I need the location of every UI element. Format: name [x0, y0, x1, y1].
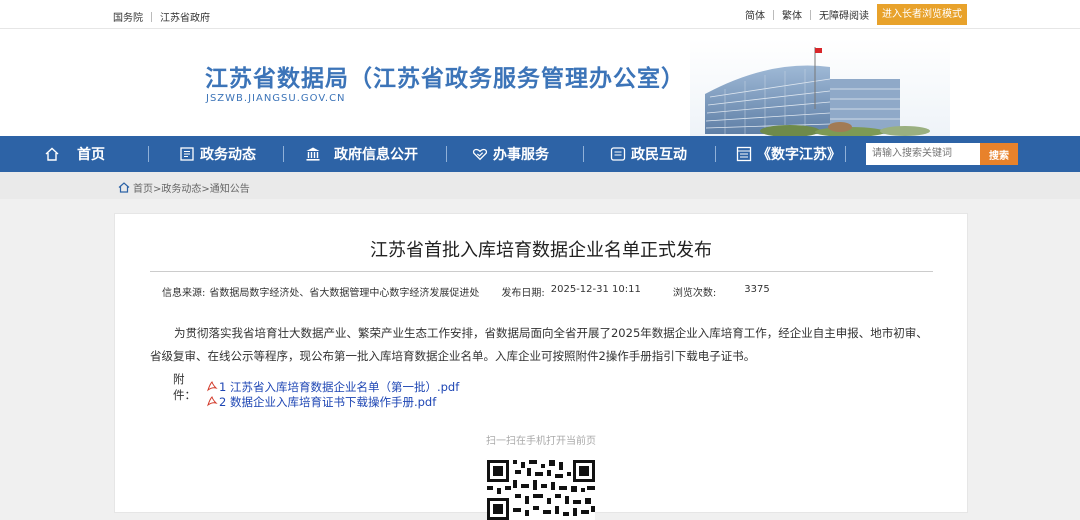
service-hand-icon: [472, 146, 488, 162]
source-value: 省数据局数字经济处、省大数据管理中心数字经济发展促进处: [209, 288, 480, 299]
nav-label: 办事服务: [493, 147, 549, 163]
breadcrumb: 首页>政务动态>通知公告: [118, 180, 250, 195]
article-body: 为贯彻落实我省培育壮大数据产业、繁荣产业生态工作安排，省数据局面向全省开展了20…: [150, 326, 928, 363]
site-title[interactable]: 江苏省数据局（江苏省政务服务管理办公室）: [205, 59, 685, 93]
nav-services[interactable]: 办事服务: [472, 136, 549, 172]
scan-hint: 扫一扫在手机打开当前页: [486, 436, 596, 447]
source-label: 信息来源:: [162, 288, 206, 299]
nav-divider: [283, 146, 284, 162]
pdf-icon: [206, 395, 219, 410]
document-icon: [179, 146, 195, 162]
article-meta: 信息来源: 省数据局数字经济处、省大数据管理中心数字经济发展促进处 发布日期: …: [162, 284, 770, 299]
link-simplified[interactable]: 简体: [745, 7, 765, 22]
views-value: 3375: [744, 284, 770, 295]
top-bar: 国务院 江苏省政府 简体 繁体 无障碍阅读 进入长者浏览模式: [0, 0, 1080, 29]
nav-divider: [583, 146, 584, 162]
link-jiangsu-gov[interactable]: 江苏省政府: [160, 9, 210, 24]
top-links-left: 国务院 江苏省政府: [113, 9, 210, 24]
date-label: 发布日期:: [501, 288, 545, 299]
link-accessible-reading[interactable]: 无障碍阅读: [819, 7, 869, 22]
divider: [810, 9, 811, 20]
divider: [151, 11, 152, 22]
nav-divider: [148, 146, 149, 162]
link-traditional[interactable]: 繁体: [782, 7, 802, 22]
qr-code: [487, 460, 595, 520]
nav-label: 政府信息公开: [334, 147, 418, 163]
article-title: 江苏省首批入库培育数据企业名单正式发布: [370, 240, 712, 261]
nav-interaction[interactable]: 政民互动: [610, 136, 687, 172]
nav-digital-jiangsu[interactable]: 《数字江苏》: [736, 136, 841, 172]
site-domain: JSZWB.JIANGSU.GOV.CN: [206, 93, 346, 104]
main-nav: 首页 政务动态 政府信息公开 办事服务 政民互动 《数字江苏》 搜索: [0, 136, 1080, 172]
breadcrumb-bar: 首页>政务动态>通知公告: [0, 172, 1080, 199]
elder-mode-button[interactable]: 进入长者浏览模式: [877, 4, 967, 25]
nav-home[interactable]: 首页: [44, 136, 105, 172]
article-container: 江苏省首批入库培育数据企业名单正式发布 信息来源: 省数据局数字经济处、省大数据…: [114, 213, 968, 520]
title-divider: [150, 271, 933, 272]
pdf-icon: [206, 380, 219, 395]
home-icon: [44, 146, 60, 162]
link-state-council[interactable]: 国务院: [113, 9, 143, 24]
nav-label: 首页: [77, 147, 105, 163]
search-input[interactable]: [866, 143, 980, 165]
attachment-link-2[interactable]: 2 数据企业入库培育证书下载操作手册.pdf: [219, 394, 436, 410]
top-links-right: 简体 繁体 无障碍阅读 进入长者浏览模式: [745, 4, 967, 25]
breadcrumb-text[interactable]: 首页>政务动态>通知公告: [133, 180, 250, 195]
site-banner: 江苏省数据局（江苏省政务服务管理办公室） JSZWB.JIANGSU.GOV.C…: [0, 29, 1080, 136]
chat-box-icon: [610, 146, 626, 162]
home-icon[interactable]: [118, 182, 130, 193]
building-photo: [690, 39, 950, 136]
nav-label: 《数字江苏》: [757, 147, 841, 163]
divider: [773, 9, 774, 20]
date-value: 2025-12-31 10:11: [550, 284, 641, 295]
list-document-icon: [736, 146, 752, 162]
nav-news[interactable]: 政务动态: [179, 136, 256, 172]
nav-divider: [715, 146, 716, 162]
views-label: 浏览次数:: [672, 288, 717, 299]
nav-info-disclosure[interactable]: 政府信息公开: [305, 136, 418, 172]
nav-label: 政务动态: [200, 147, 256, 163]
nav-label: 政民互动: [631, 147, 687, 163]
attachment-link-1[interactable]: 1 江苏省入库培育数据企业名单（第一批）.pdf: [219, 379, 459, 395]
search-button[interactable]: 搜索: [980, 143, 1018, 165]
government-building-icon: [305, 146, 321, 162]
nav-divider: [845, 146, 846, 162]
attachment-row-2: 2 数据企业入库培育证书下载操作手册.pdf: [173, 394, 436, 410]
nav-divider: [446, 146, 447, 162]
